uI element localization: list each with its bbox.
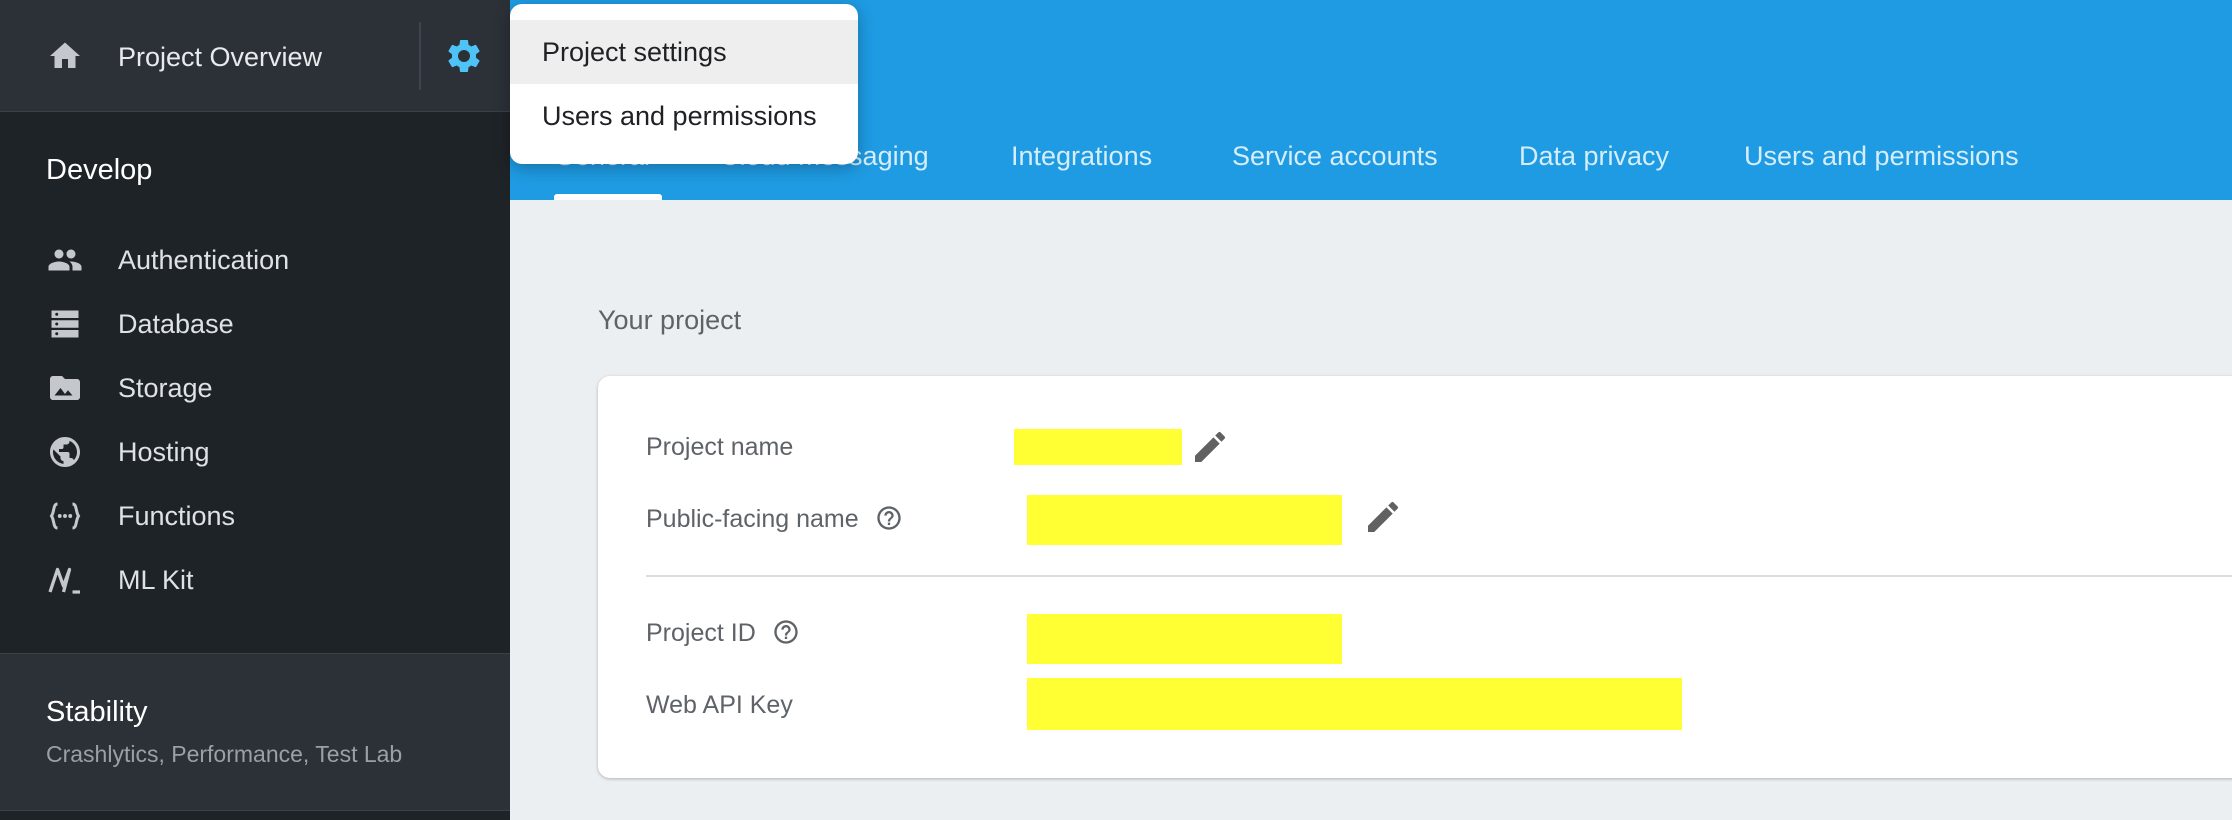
database-icon — [51, 310, 79, 338]
project-name-label: Project name — [646, 431, 793, 463]
divider — [0, 810, 510, 811]
tab-service-accounts[interactable]: Service accounts — [1232, 138, 1438, 174]
public-facing-name-label: Public-facing name — [646, 503, 903, 535]
sidebar-item-database[interactable]: Database — [0, 296, 510, 352]
tab-integrations[interactable]: Integrations — [1011, 138, 1152, 174]
web-api-key-label: Web API Key — [646, 689, 793, 721]
ml-kit-icon — [48, 567, 80, 594]
tab-users-and-permissions[interactable]: Users and permissions — [1744, 138, 2019, 174]
sidebar-item-ml-kit[interactable]: ML Kit — [0, 552, 510, 608]
globe-icon — [50, 437, 80, 467]
home-icon[interactable] — [46, 38, 84, 74]
field-label-text: Project ID — [646, 619, 756, 647]
web-api-key-value-redacted — [1027, 678, 1682, 730]
sidebar-item-label: Hosting — [118, 437, 210, 467]
divider — [419, 22, 421, 90]
sidebar-item-label: Functions — [118, 501, 236, 531]
people-icon — [48, 249, 82, 271]
stability-subtitle: Crashlytics, Performance, Test Lab — [46, 741, 403, 767]
sidebar: Project Overview Develop Authentication … — [0, 0, 510, 820]
project-id-value-redacted — [1027, 614, 1342, 664]
menu-item-project-settings[interactable]: Project settings — [510, 20, 858, 84]
sidebar-item-label: Authentication — [118, 245, 290, 275]
active-tab-indicator — [554, 194, 662, 200]
sidebar-item-hosting[interactable]: Hosting — [0, 424, 510, 480]
menu-item-label: Users and permissions — [542, 101, 817, 131]
edit-project-name-icon[interactable] — [1190, 427, 1230, 467]
sidebar-item-functions[interactable]: Functions — [0, 488, 510, 544]
sidebar-section-stability[interactable]: Stability Crashlytics, Performance, Test… — [0, 654, 510, 810]
project-overview-link[interactable]: Project Overview — [118, 40, 322, 74]
menu-item-label: Project settings — [542, 37, 727, 67]
your-project-heading: Your project — [598, 305, 742, 335]
project-card: Project name Public-facing name Project … — [598, 376, 2232, 778]
sidebar-item-label: Database — [118, 309, 234, 339]
field-label-text: Project name — [646, 433, 794, 461]
field-label-text: Public-facing name — [646, 505, 859, 533]
settings-dropdown-menu: Project settings Users and permissions — [510, 4, 858, 164]
help-icon[interactable] — [875, 504, 903, 532]
stability-title: Stability — [46, 696, 148, 728]
sidebar-item-authentication[interactable]: Authentication — [0, 232, 510, 288]
divider — [646, 575, 2232, 577]
storage-icon — [50, 376, 80, 400]
sidebar-item-label: Storage — [118, 373, 213, 403]
tab-data-privacy[interactable]: Data privacy — [1519, 138, 1669, 174]
sidebar-item-storage[interactable]: Storage — [0, 360, 510, 416]
develop-section-title: Develop — [46, 154, 153, 186]
menu-item-users-and-permissions[interactable]: Users and permissions — [510, 84, 858, 148]
help-icon[interactable] — [772, 618, 800, 646]
functions-icon — [49, 502, 81, 530]
sidebar-item-label: ML Kit — [118, 565, 194, 595]
public-facing-name-value-redacted — [1027, 495, 1342, 545]
sidebar-header: Project Overview — [0, 0, 510, 112]
edit-public-facing-name-icon[interactable] — [1363, 497, 1403, 537]
project-id-label: Project ID — [646, 617, 800, 649]
gear-icon[interactable] — [444, 36, 484, 76]
project-name-value-redacted — [1014, 429, 1182, 465]
field-label-text: Web API Key — [646, 691, 793, 719]
